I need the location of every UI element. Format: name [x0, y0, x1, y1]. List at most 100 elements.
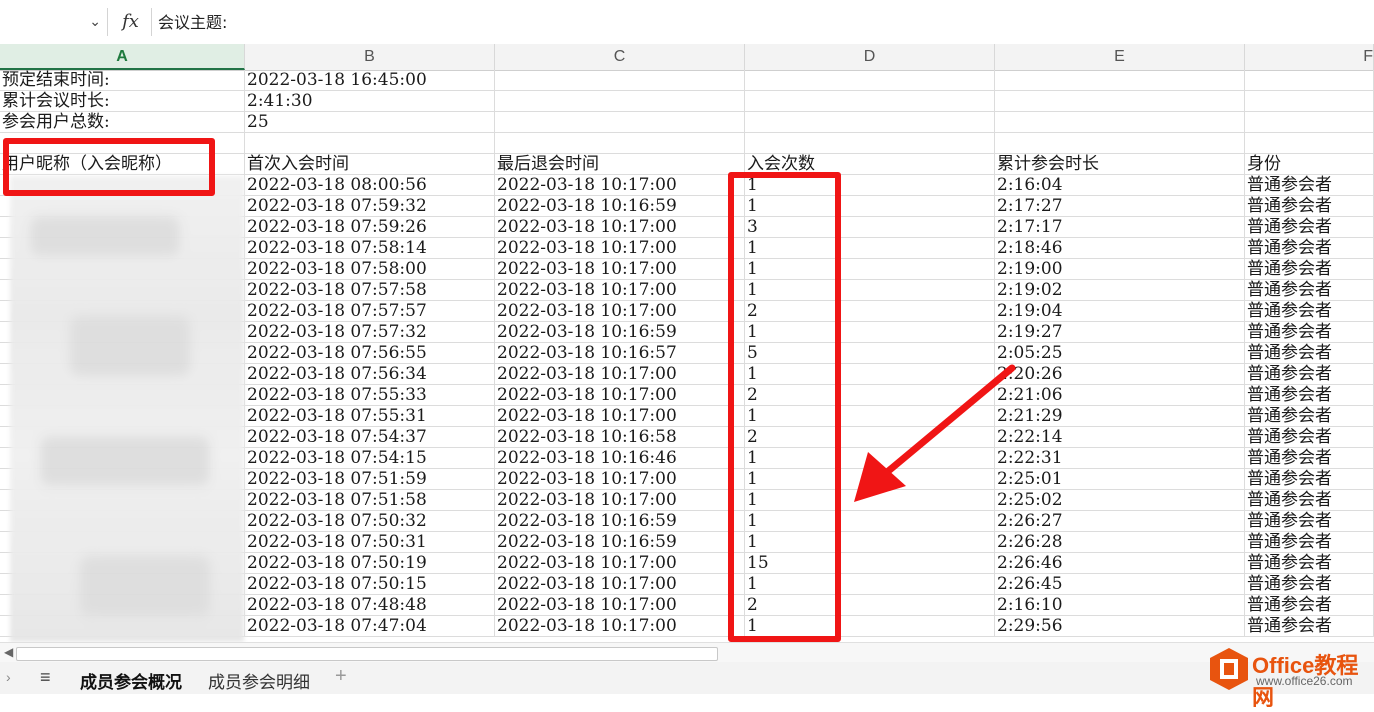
first-join-cell[interactable]: 2022-03-18 07:50:31 [245, 532, 495, 553]
last-leave-cell[interactable]: 2022-03-18 10:17:00 [495, 406, 745, 427]
header-first-join[interactable]: 首次入会时间 [245, 154, 495, 175]
name-box[interactable]: ⌄ [0, 8, 108, 36]
first-join-cell[interactable]: 2022-03-18 07:58:00 [245, 259, 495, 280]
duration-cell[interactable]: 2:22:14 [995, 427, 1245, 448]
role-cell[interactable]: 普通参会者 [1245, 469, 1374, 490]
role-cell[interactable]: 普通参会者 [1245, 217, 1374, 238]
function-icon[interactable]: fx [110, 8, 152, 36]
last-leave-cell[interactable]: 2022-03-18 10:17:00 [495, 385, 745, 406]
tab-nav-icon[interactable]: › [6, 669, 11, 685]
first-join-cell[interactable]: 2022-03-18 07:48:48 [245, 595, 495, 616]
empty-cell[interactable] [745, 70, 995, 91]
first-join-cell[interactable]: 2022-03-18 07:56:34 [245, 364, 495, 385]
empty-cell[interactable] [745, 112, 995, 133]
last-leave-cell[interactable]: 2022-03-18 10:17:00 [495, 469, 745, 490]
column-header-f[interactable]: F [1245, 44, 1374, 70]
tab-member-overview[interactable]: 成员参会概况 [80, 668, 182, 693]
role-cell[interactable]: 普通参会者 [1245, 259, 1374, 280]
first-join-cell[interactable]: 2022-03-18 07:56:55 [245, 343, 495, 364]
add-sheet-icon[interactable]: + [335, 665, 347, 688]
empty-cell[interactable] [495, 70, 745, 91]
last-leave-cell[interactable]: 2022-03-18 10:16:57 [495, 343, 745, 364]
column-header-b[interactable]: B [245, 44, 495, 70]
last-leave-cell[interactable]: 2022-03-18 10:16:58 [495, 427, 745, 448]
first-join-cell[interactable]: 2022-03-18 07:55:31 [245, 406, 495, 427]
duration-cell[interactable]: 2:18:46 [995, 238, 1245, 259]
empty-cell[interactable] [745, 91, 995, 112]
role-cell[interactable]: 普通参会者 [1245, 343, 1374, 364]
last-leave-cell[interactable]: 2022-03-18 10:17:00 [495, 574, 745, 595]
duration-cell[interactable]: 2:19:27 [995, 322, 1245, 343]
first-join-cell[interactable]: 2022-03-18 08:00:56 [245, 175, 495, 196]
empty-cell[interactable] [995, 133, 1245, 154]
empty-cell[interactable] [995, 112, 1245, 133]
first-join-cell[interactable]: 2022-03-18 07:57:58 [245, 280, 495, 301]
first-join-cell[interactable]: 2022-03-18 07:51:58 [245, 490, 495, 511]
last-leave-cell[interactable]: 2022-03-18 10:17:00 [495, 490, 745, 511]
duration-cell[interactable]: 2:25:02 [995, 490, 1245, 511]
duration-cell[interactable]: 2:20:26 [995, 364, 1245, 385]
role-cell[interactable]: 普通参会者 [1245, 385, 1374, 406]
role-cell[interactable]: 普通参会者 [1245, 364, 1374, 385]
last-leave-cell[interactable]: 2022-03-18 10:16:46 [495, 448, 745, 469]
first-join-cell[interactable]: 2022-03-18 07:54:37 [245, 427, 495, 448]
first-join-cell[interactable]: 2022-03-18 07:57:32 [245, 322, 495, 343]
first-join-cell[interactable]: 2022-03-18 07:59:32 [245, 196, 495, 217]
duration-cell[interactable]: 2:19:02 [995, 280, 1245, 301]
role-cell[interactable]: 普通参会者 [1245, 448, 1374, 469]
empty-cell[interactable] [745, 133, 995, 154]
last-leave-cell[interactable]: 2022-03-18 10:17:00 [495, 301, 745, 322]
role-cell[interactable]: 普通参会者 [1245, 196, 1374, 217]
duration-cell[interactable]: 2:16:10 [995, 595, 1245, 616]
column-header-a[interactable]: A [0, 44, 245, 70]
column-header-e[interactable]: E [995, 44, 1245, 70]
last-leave-cell[interactable]: 2022-03-18 10:17:00 [495, 217, 745, 238]
duration-cell[interactable]: 2:26:46 [995, 553, 1245, 574]
empty-cell[interactable] [245, 133, 495, 154]
role-cell[interactable]: 普通参会者 [1245, 595, 1374, 616]
role-cell[interactable]: 普通参会者 [1245, 553, 1374, 574]
duration-cell[interactable]: 2:26:45 [995, 574, 1245, 595]
role-cell[interactable]: 普通参会者 [1245, 490, 1374, 511]
header-last-leave[interactable]: 最后退会时间 [495, 154, 745, 175]
first-join-cell[interactable]: 2022-03-18 07:50:15 [245, 574, 495, 595]
role-cell[interactable]: 普通参会者 [1245, 175, 1374, 196]
last-leave-cell[interactable]: 2022-03-18 10:17:00 [495, 616, 745, 637]
duration-cell[interactable]: 2:19:00 [995, 259, 1245, 280]
role-cell[interactable]: 普通参会者 [1245, 238, 1374, 259]
empty-cell[interactable] [495, 112, 745, 133]
last-leave-cell[interactable]: 2022-03-18 10:17:00 [495, 280, 745, 301]
role-cell[interactable]: 普通参会者 [1245, 427, 1374, 448]
role-cell[interactable]: 普通参会者 [1245, 406, 1374, 427]
duration-cell[interactable]: 2:16:04 [995, 175, 1245, 196]
last-leave-cell[interactable]: 2022-03-18 10:17:00 [495, 259, 745, 280]
empty-cell[interactable] [1245, 133, 1374, 154]
role-cell[interactable]: 普通参会者 [1245, 301, 1374, 322]
first-join-cell[interactable]: 2022-03-18 07:59:26 [245, 217, 495, 238]
last-leave-cell[interactable]: 2022-03-18 10:16:59 [495, 532, 745, 553]
first-join-cell[interactable]: 2022-03-18 07:50:19 [245, 553, 495, 574]
duration-cell[interactable]: 2:19:04 [995, 301, 1245, 322]
info-label-cell[interactable]: 预定结束时间: [0, 70, 245, 91]
last-leave-cell[interactable]: 2022-03-18 10:17:00 [495, 238, 745, 259]
empty-cell[interactable] [495, 91, 745, 112]
header-duration[interactable]: 累计参会时长 [995, 154, 1245, 175]
duration-cell[interactable]: 2:05:25 [995, 343, 1245, 364]
last-leave-cell[interactable]: 2022-03-18 10:16:59 [495, 322, 745, 343]
empty-cell[interactable] [995, 91, 1245, 112]
duration-cell[interactable]: 2:21:29 [995, 406, 1245, 427]
scrollbar-thumb[interactable] [16, 647, 718, 661]
header-role[interactable]: 身份 [1245, 154, 1374, 175]
first-join-cell[interactable]: 2022-03-18 07:50:32 [245, 511, 495, 532]
first-join-cell[interactable]: 2022-03-18 07:54:15 [245, 448, 495, 469]
formula-input[interactable]: 会议主题: [158, 10, 227, 36]
info-value-cell[interactable]: 25 [245, 112, 495, 133]
info-value-cell[interactable]: 2:41:30 [245, 91, 495, 112]
column-header-d[interactable]: D [745, 44, 995, 70]
role-cell[interactable]: 普通参会者 [1245, 511, 1374, 532]
duration-cell[interactable]: 2:25:01 [995, 469, 1245, 490]
first-join-cell[interactable]: 2022-03-18 07:57:57 [245, 301, 495, 322]
empty-cell[interactable] [1245, 70, 1374, 91]
last-leave-cell[interactable]: 2022-03-18 10:17:00 [495, 364, 745, 385]
last-leave-cell[interactable]: 2022-03-18 10:17:00 [495, 175, 745, 196]
